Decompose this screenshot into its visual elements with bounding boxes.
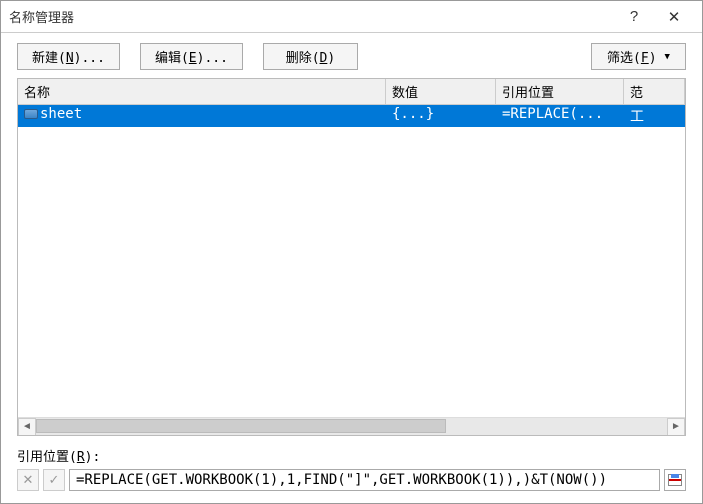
dialog-title: 名称管理器 — [9, 7, 614, 26]
cell-value: {...} — [386, 105, 496, 127]
header-ref[interactable]: 引用位置 — [496, 79, 624, 104]
refers-to-row: ✕ ✓ — [17, 469, 686, 491]
new-button[interactable]: 新建(N)... — [17, 43, 120, 70]
scroll-track[interactable] — [36, 418, 667, 436]
header-name[interactable]: 名称 — [18, 79, 386, 104]
list-body: sheet {...} =REPLACE(... 工 — [18, 105, 685, 417]
scroll-thumb[interactable] — [36, 419, 446, 433]
name-manager-dialog: 名称管理器 ? ✕ 新建(N)... 编辑(E)... 删除(D) 筛选(F)▼… — [0, 0, 703, 504]
titlebar: 名称管理器 ? ✕ — [1, 1, 702, 33]
help-button[interactable]: ? — [614, 8, 654, 25]
refers-to-input[interactable] — [69, 469, 660, 491]
filter-button[interactable]: 筛选(F)▼ — [591, 43, 686, 70]
scroll-right-icon[interactable]: ► — [667, 418, 685, 436]
refers-to-label: 引用位置(R): — [17, 446, 686, 465]
cell-name: sheet — [18, 105, 386, 127]
toolbar: 新建(N)... 编辑(E)... 删除(D) 筛选(F)▼ — [1, 33, 702, 78]
header-value[interactable]: 数值 — [386, 79, 496, 104]
list-header: 名称 数值 引用位置 范 — [18, 79, 685, 105]
close-button[interactable]: ✕ — [654, 8, 694, 26]
name-list: 名称 数值 引用位置 范 sheet {...} =REPLACE(... 工 … — [17, 78, 686, 436]
name-icon — [24, 109, 38, 119]
scroll-left-icon[interactable]: ◄ — [18, 418, 36, 436]
range-picker-button[interactable] — [664, 469, 686, 491]
cell-ref: =REPLACE(... — [496, 105, 624, 127]
edit-button[interactable]: 编辑(E)... — [140, 43, 243, 70]
cell-scope: 工 — [624, 105, 685, 127]
cancel-edit-button[interactable]: ✕ — [17, 469, 39, 491]
range-picker-icon — [668, 474, 682, 486]
refers-to-section: 引用位置(R): ✕ ✓ — [1, 440, 702, 503]
header-scope[interactable]: 范 — [624, 79, 685, 104]
chevron-down-icon: ▼ — [665, 52, 670, 62]
list-item[interactable]: sheet {...} =REPLACE(... 工 — [18, 105, 685, 127]
delete-button[interactable]: 删除(D) — [263, 43, 358, 70]
horizontal-scrollbar[interactable]: ◄ ► — [18, 417, 685, 435]
confirm-edit-button[interactable]: ✓ — [43, 469, 65, 491]
